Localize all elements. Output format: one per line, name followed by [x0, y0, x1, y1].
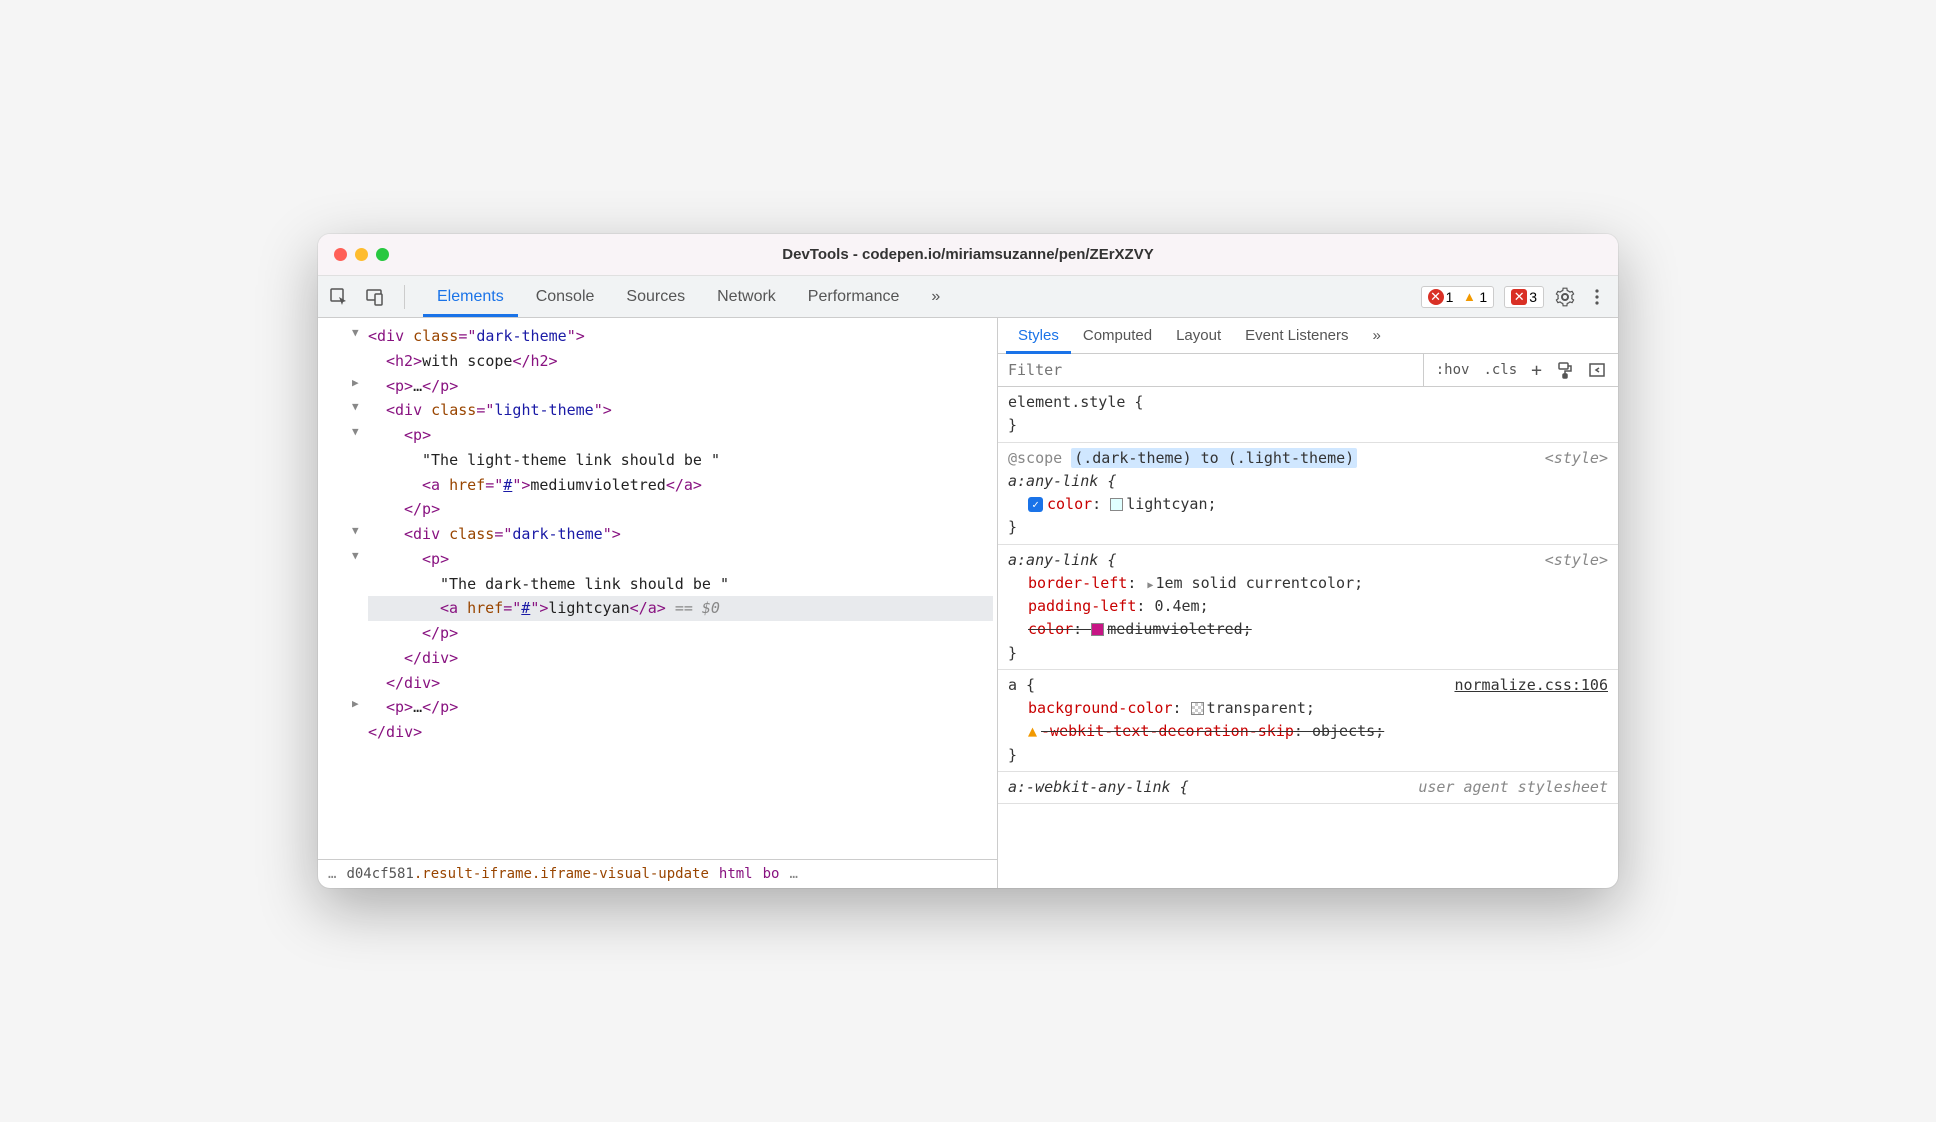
css-rule[interactable]: normalize.css:106a {background-color: tr… — [998, 670, 1618, 772]
expand-arrow-icon[interactable]: ▼ — [352, 398, 359, 416]
filter-input[interactable] — [998, 354, 1424, 386]
expand-arrow-icon[interactable]: ▶ — [352, 695, 359, 713]
tab-console[interactable]: Console — [522, 278, 609, 316]
tab-network[interactable]: Network — [703, 278, 790, 316]
styles-tabs: Styles Computed Layout Event Listeners » — [998, 318, 1618, 354]
css-rule[interactable]: <style>a:any-link {border-left: ▶1em sol… — [998, 545, 1618, 670]
hover-button[interactable]: :hov — [1436, 362, 1470, 378]
expand-arrow-icon[interactable]: ▼ — [352, 423, 359, 441]
subtab-layout[interactable]: Layout — [1164, 318, 1233, 353]
issues-badge[interactable]: ✕ 3 — [1504, 286, 1544, 308]
expand-arrow-icon[interactable]: ▶ — [352, 374, 359, 392]
error-icon: ✕ — [1428, 289, 1444, 305]
dom-line[interactable]: </p> — [368, 621, 993, 646]
css-rule[interactable]: user agent stylesheeta:-webkit-any-link … — [998, 772, 1618, 804]
main-toolbar: Elements Console Sources Network Perform… — [318, 276, 1618, 318]
issue-count: 3 — [1529, 289, 1537, 305]
subtab-styles[interactable]: Styles — [1006, 318, 1071, 353]
dom-line[interactable]: </div> — [368, 671, 993, 696]
computed-toggle-icon[interactable] — [1588, 361, 1606, 379]
breadcrumb-ellipsis-right: … — [789, 866, 797, 882]
subtabs-more[interactable]: » — [1361, 318, 1393, 353]
dom-line[interactable]: ▼<p> — [368, 547, 993, 572]
inspect-element-icon[interactable] — [328, 286, 350, 308]
styles-toolbar: :hov .cls + — [998, 354, 1618, 387]
classes-button[interactable]: .cls — [1483, 362, 1517, 378]
elements-panel: ▼<div class="dark-theme"><h2>with scope<… — [318, 318, 998, 888]
tab-sources[interactable]: Sources — [612, 278, 699, 316]
maximize-window-button[interactable] — [376, 248, 389, 261]
styles-panel: Styles Computed Layout Event Listeners »… — [998, 318, 1618, 888]
color-swatch[interactable] — [1191, 702, 1204, 715]
rule-source[interactable]: <style> — [1545, 447, 1608, 470]
dom-line[interactable]: <a href="#">lightcyan</a> == $0 — [368, 596, 993, 621]
dom-line[interactable]: "The dark-theme link should be " — [368, 572, 993, 597]
dom-line[interactable]: </div> — [368, 646, 993, 671]
dom-line[interactable]: ▼<div class="dark-theme"> — [368, 324, 993, 349]
errors-warnings-badge[interactable]: ✕ 1 ▲ 1 — [1421, 286, 1495, 308]
traffic-lights — [334, 248, 389, 261]
warning-icon: ▲ — [1028, 722, 1037, 740]
warning-count: 1 — [1479, 289, 1487, 305]
dom-tree[interactable]: ▼<div class="dark-theme"><h2>with scope<… — [318, 318, 997, 859]
window-title: DevTools - codepen.io/miriamsuzanne/pen/… — [782, 246, 1153, 263]
dom-line[interactable]: ▼<div class="light-theme"> — [368, 398, 993, 423]
dom-line[interactable]: "The light-theme link should be " — [368, 448, 993, 473]
expand-arrow-icon[interactable]: ▼ — [352, 547, 359, 565]
settings-icon[interactable] — [1554, 286, 1576, 308]
css-rules[interactable]: element.style {}<style>@scope (.dark-the… — [998, 387, 1618, 888]
dom-line[interactable]: <h2>with scope</h2> — [368, 349, 993, 374]
breadcrumb-body[interactable]: bo — [763, 866, 780, 882]
toolbar-separator — [404, 285, 405, 309]
rule-source[interactable]: user agent stylesheet — [1418, 776, 1608, 799]
property-checkbox[interactable]: ✓ — [1028, 497, 1043, 512]
dom-line[interactable]: ▼<p> — [368, 423, 993, 448]
dom-line[interactable]: </div> — [368, 720, 993, 745]
devtools-window: DevTools - codepen.io/miriamsuzanne/pen/… — [318, 234, 1618, 888]
breadcrumb-ellipsis-left: … — [328, 866, 336, 882]
dom-line[interactable]: ▶<p>…</p> — [368, 695, 993, 720]
dom-line[interactable]: <a href="#">mediumvioletred</a> — [368, 473, 993, 498]
breadcrumb[interactable]: … d04cf581.result-iframe.iframe-visual-u… — [318, 859, 997, 888]
expand-triangle-icon[interactable]: ▶ — [1147, 580, 1153, 591]
warning-icon: ▲ — [1461, 289, 1477, 305]
rule-source[interactable]: normalize.css:106 — [1454, 674, 1608, 697]
css-rule[interactable]: element.style {} — [998, 387, 1618, 443]
css-rule[interactable]: <style>@scope (.dark-theme) to (.light-t… — [998, 443, 1618, 545]
close-window-button[interactable] — [334, 248, 347, 261]
color-swatch[interactable] — [1091, 623, 1104, 636]
kebab-menu-icon[interactable] — [1586, 286, 1608, 308]
titlebar: DevTools - codepen.io/miriamsuzanne/pen/… — [318, 234, 1618, 276]
issue-icon: ✕ — [1511, 289, 1527, 305]
tab-performance[interactable]: Performance — [794, 278, 914, 316]
expand-arrow-icon[interactable]: ▼ — [352, 324, 359, 342]
tabs-more[interactable]: » — [917, 278, 954, 316]
main-panels: ▼<div class="dark-theme"><h2>with scope<… — [318, 318, 1618, 888]
subtab-event-listeners[interactable]: Event Listeners — [1233, 318, 1360, 353]
color-swatch[interactable] — [1110, 498, 1123, 511]
rule-source[interactable]: <style> — [1545, 549, 1608, 572]
expand-arrow-icon[interactable]: ▼ — [352, 522, 359, 540]
breadcrumb-html[interactable]: html — [719, 866, 753, 882]
dom-line[interactable]: </p> — [368, 497, 993, 522]
error-count: 1 — [1446, 289, 1454, 305]
minimize-window-button[interactable] — [355, 248, 368, 261]
tab-elements[interactable]: Elements — [423, 278, 518, 316]
paint-icon[interactable] — [1556, 361, 1574, 379]
subtab-computed[interactable]: Computed — [1071, 318, 1164, 353]
device-toolbar-icon[interactable] — [364, 286, 386, 308]
main-tabs: Elements Console Sources Network Perform… — [423, 278, 954, 316]
new-rule-button[interactable]: + — [1531, 360, 1542, 381]
dom-line[interactable]: ▼<div class="dark-theme"> — [368, 522, 993, 547]
dom-line[interactable]: ▶<p>…</p> — [368, 374, 993, 399]
